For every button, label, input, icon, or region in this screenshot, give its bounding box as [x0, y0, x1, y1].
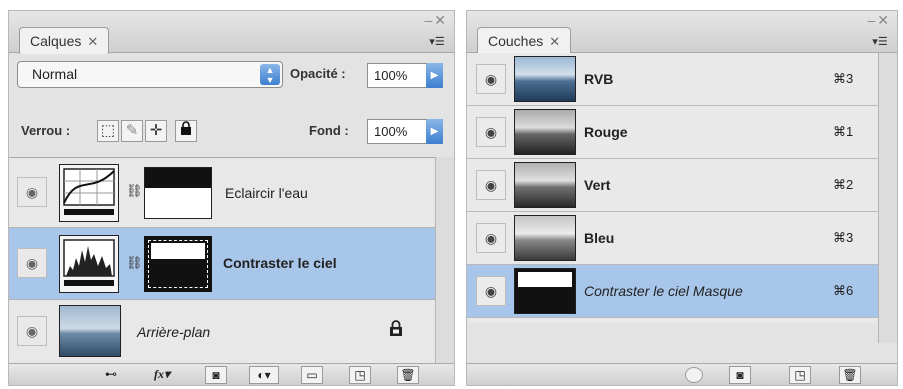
fx-icon[interactable]: fx▾ — [145, 366, 179, 384]
blend-mode-select[interactable]: Normal ▲ ▼ — [17, 61, 283, 88]
opacity-field[interactable]: 100% ▶ — [367, 63, 443, 88]
channel-row-selected[interactable]: ◉ Contraster le ciel Masque ⌘6 — [467, 265, 878, 318]
channel-row[interactable]: ◉ Rouge ⌘1 — [467, 106, 878, 159]
lock-icon — [389, 320, 403, 339]
lock-all-icon[interactable] — [175, 120, 197, 142]
layer-name: Contraster le ciel — [223, 255, 337, 271]
layers-scrollbar[interactable] — [435, 157, 454, 367]
layer-row[interactable]: ◉ Arrière-plan — [9, 300, 435, 364]
tab-layers-label: Calques — [30, 33, 82, 49]
channel-thumbnail — [514, 56, 576, 102]
channel-row[interactable]: ◉ Bleu ⌘3 — [467, 212, 878, 265]
eye-icon[interactable]: ◉ — [17, 177, 47, 207]
eye-icon[interactable]: ◉ — [476, 117, 506, 147]
new-layer-icon[interactable]: ◳ — [349, 366, 371, 384]
trash-icon[interactable]: 🗑 — [397, 366, 419, 384]
lock-label: Verrou : — [21, 123, 71, 138]
channel-thumbnail — [514, 109, 576, 155]
opacity-stepper-icon[interactable]: ▶ — [426, 63, 443, 88]
channel-list: ◉ RVB ⌘3 ◉ Rouge ⌘1 ◉ Vert ⌘2 ◉ Bleu ⌘3 … — [467, 53, 878, 323]
close-icon[interactable]: ✕ — [87, 34, 98, 49]
tab-layers[interactable]: Calques ✕ — [19, 27, 110, 54]
curves-adjustment-icon — [59, 164, 119, 222]
lock-transparency-icon[interactable]: ⬚ — [97, 120, 119, 142]
minimize-close-icon[interactable]: –✕ — [867, 12, 891, 29]
layers-titlebar: Calques ✕ –✕ ▾☰ — [9, 11, 454, 54]
tab-channels[interactable]: Couches ✕ — [477, 27, 572, 54]
channel-name: RVB — [584, 71, 614, 87]
blend-mode-value: Normal — [32, 66, 78, 82]
channel-thumbnail — [514, 215, 576, 261]
link-icon[interactable]: ⊷ — [95, 366, 127, 384]
channel-shortcut: ⌘6 — [833, 283, 854, 298]
background-thumbnail — [59, 305, 121, 357]
layer-mask-thumbnail[interactable] — [144, 236, 212, 292]
eye-icon[interactable]: ◉ — [476, 223, 506, 253]
eye-icon[interactable]: ◉ — [17, 316, 47, 346]
channel-shortcut: ⌘3 — [833, 230, 854, 245]
layer-list: ◉ ⛓ Eclaircir l'eau ◉ ⛓ Contraster le ci… — [9, 157, 435, 367]
lock-pixels-icon[interactable]: ✎ — [121, 120, 143, 142]
layer-row-selected[interactable]: ◉ ⛓ Contraster le ciel — [9, 228, 435, 300]
tab-channels-label: Couches — [488, 33, 544, 49]
panel-menu-icon[interactable]: ▾☰ — [869, 35, 891, 49]
layers-bottom-bar: ⊷ fx▾ ◙ ◐▾ ▭ ◳ 🗑 — [9, 363, 454, 385]
layer-mask-thumbnail[interactable] — [144, 167, 212, 219]
channels-bottom-bar: ◙ ◳ 🗑 — [467, 363, 897, 385]
mask-icon[interactable]: ◙ — [205, 366, 227, 384]
layer-name: Eclaircir l'eau — [225, 185, 308, 201]
load-selection-icon[interactable] — [685, 367, 703, 383]
minimize-close-icon[interactable]: –✕ — [424, 12, 448, 29]
fill-field[interactable]: 100% ▶ — [367, 119, 443, 144]
layer-name: Arrière-plan — [137, 324, 211, 340]
eye-icon[interactable]: ◉ — [476, 64, 506, 94]
channel-thumbnail — [514, 268, 576, 314]
panel-menu-icon[interactable]: ▾☰ — [426, 35, 448, 49]
channels-scrollbar[interactable] — [878, 53, 897, 343]
save-selection-icon[interactable]: ◙ — [729, 366, 751, 384]
fill-label: Fond : — [309, 123, 349, 138]
group-folder-icon[interactable]: ▭ — [301, 366, 323, 384]
opacity-label: Opacité : — [290, 66, 346, 81]
channel-name: Rouge — [584, 124, 628, 140]
channel-name: Contraster le ciel Masque — [584, 283, 743, 299]
fill-stepper-icon[interactable]: ▶ — [426, 119, 443, 144]
eye-icon[interactable]: ◉ — [476, 276, 506, 306]
chain-link-icon[interactable]: ⛓ — [126, 254, 143, 272]
channels-titlebar: Couches ✕ –✕ ▾☰ — [467, 11, 897, 54]
channel-row[interactable]: ◉ Vert ⌘2 — [467, 159, 878, 212]
close-icon[interactable]: ✕ — [549, 34, 560, 49]
new-channel-icon[interactable]: ◳ — [789, 366, 811, 384]
layer-row[interactable]: ◉ ⛓ Eclaircir l'eau — [9, 158, 435, 228]
fill-value: 100% — [374, 124, 408, 139]
channel-shortcut: ⌘3 — [833, 71, 854, 86]
levels-adjustment-icon — [59, 235, 119, 293]
chain-link-icon[interactable]: ⛓ — [126, 182, 143, 200]
eye-icon[interactable]: ◉ — [476, 170, 506, 200]
layers-panel: Calques ✕ –✕ ▾☰ Normal ▲ ▼ Opacité : 100% … — [8, 10, 455, 386]
select-arrows-icon: ▲ ▼ — [260, 64, 280, 85]
channel-name: Bleu — [584, 230, 615, 246]
channel-shortcut: ⌘1 — [833, 124, 854, 139]
eye-icon[interactable]: ◉ — [17, 248, 47, 278]
opacity-value: 100% — [374, 68, 408, 83]
channel-thumbnail — [514, 162, 576, 208]
adjustment-icon[interactable]: ◐▾ — [249, 366, 279, 384]
channels-panel: Couches ✕ –✕ ▾☰ ◉ RVB ⌘3 ◉ Rouge ⌘1 ◉ Ver… — [466, 10, 898, 386]
channel-name: Vert — [584, 177, 611, 193]
channel-row[interactable]: ◉ RVB ⌘3 — [467, 53, 878, 106]
lock-position-icon[interactable]: ✛ — [145, 120, 167, 142]
channel-shortcut: ⌘2 — [833, 177, 854, 192]
fx-label: fx — [153, 367, 164, 381]
trash-icon[interactable]: 🗑 — [839, 366, 861, 384]
